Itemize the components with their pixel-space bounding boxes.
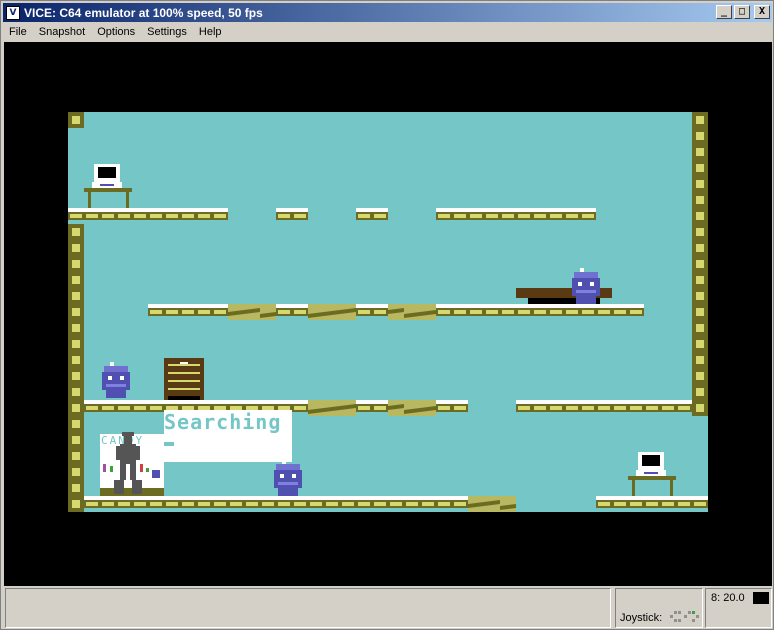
menu-options[interactable]: Options: [91, 26, 141, 38]
drive-status: 8: 20.0: [705, 588, 772, 628]
lift-platform: [468, 496, 516, 512]
right-wall: [692, 112, 708, 416]
status-message-area: [5, 588, 611, 628]
robot-enemy: [274, 460, 302, 496]
left-wall: [68, 224, 84, 512]
computer-terminal: [628, 452, 676, 496]
status-bar: Joystick: 8: 20.0: [3, 588, 772, 629]
game-viewport[interactable]: CANDY Searching: [68, 112, 708, 512]
player-agent: [114, 432, 142, 494]
maximize-button[interactable]: □: [734, 5, 750, 19]
minimize-button[interactable]: _: [716, 5, 732, 19]
close-button[interactable]: X: [754, 5, 770, 19]
menu-file[interactable]: File: [3, 26, 33, 38]
joystick-indicator-icon: [670, 610, 700, 624]
platform: [356, 208, 388, 224]
emulator-window: V VICE: C64 emulator at 100% speed, 50 f…: [0, 0, 774, 630]
drive-track-label: 8: 20.0: [711, 592, 745, 604]
window-title: VICE: C64 emulator at 100% speed, 50 fps: [24, 5, 263, 20]
emulator-screen[interactable]: CANDY Searching: [4, 42, 772, 586]
robot-enemy: [572, 268, 600, 304]
title-bar[interactable]: V VICE: C64 emulator at 100% speed, 50 f…: [3, 3, 772, 22]
search-progress-bar: [164, 442, 174, 446]
menu-bar: File Snapshot Options Settings Help: [3, 23, 772, 41]
vice-app-icon[interactable]: V: [6, 5, 20, 20]
lift-platform: [228, 304, 276, 320]
filing-cabinet: [164, 358, 204, 400]
searching-label: Searching: [164, 410, 282, 434]
platform: [516, 400, 692, 416]
robot-enemy: [102, 362, 130, 398]
platform: [276, 208, 308, 224]
computer-terminal: [84, 164, 132, 208]
lift-platform: [308, 400, 356, 416]
lift-platform: [388, 400, 436, 416]
platform: [84, 496, 516, 512]
platform: [68, 208, 228, 224]
lift-platform: [388, 304, 436, 320]
joystick-label: Joystick:: [620, 612, 663, 624]
left-wall-top: [68, 112, 84, 128]
lift-platform: [308, 304, 356, 320]
searching-overlay: Searching: [164, 410, 292, 462]
joystick-status: Joystick:: [615, 588, 703, 628]
menu-help[interactable]: Help: [193, 26, 228, 38]
platform: [436, 208, 596, 224]
drive-led-icon: [753, 592, 769, 604]
platform: [596, 496, 708, 512]
menu-settings[interactable]: Settings: [141, 26, 193, 38]
window-controls: _ □ X: [716, 5, 770, 19]
menu-snapshot[interactable]: Snapshot: [33, 26, 91, 38]
